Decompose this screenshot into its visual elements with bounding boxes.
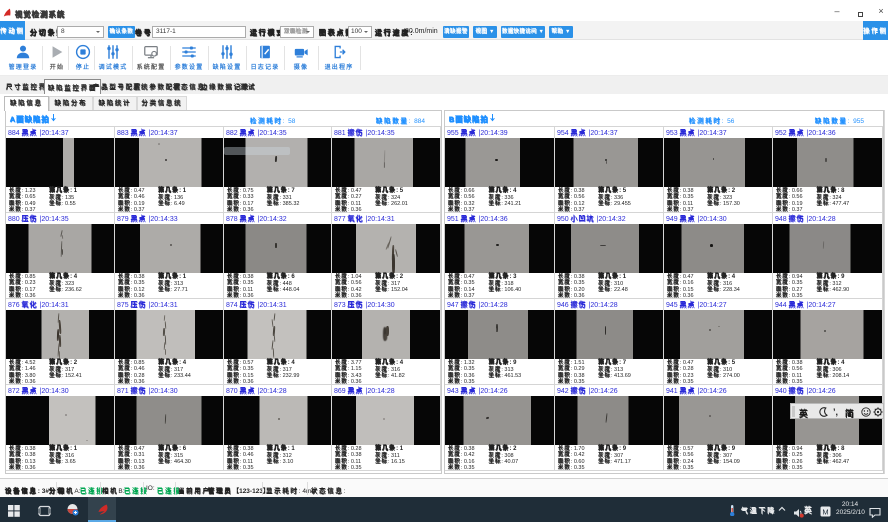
svg-text:M: M — [822, 507, 828, 516]
